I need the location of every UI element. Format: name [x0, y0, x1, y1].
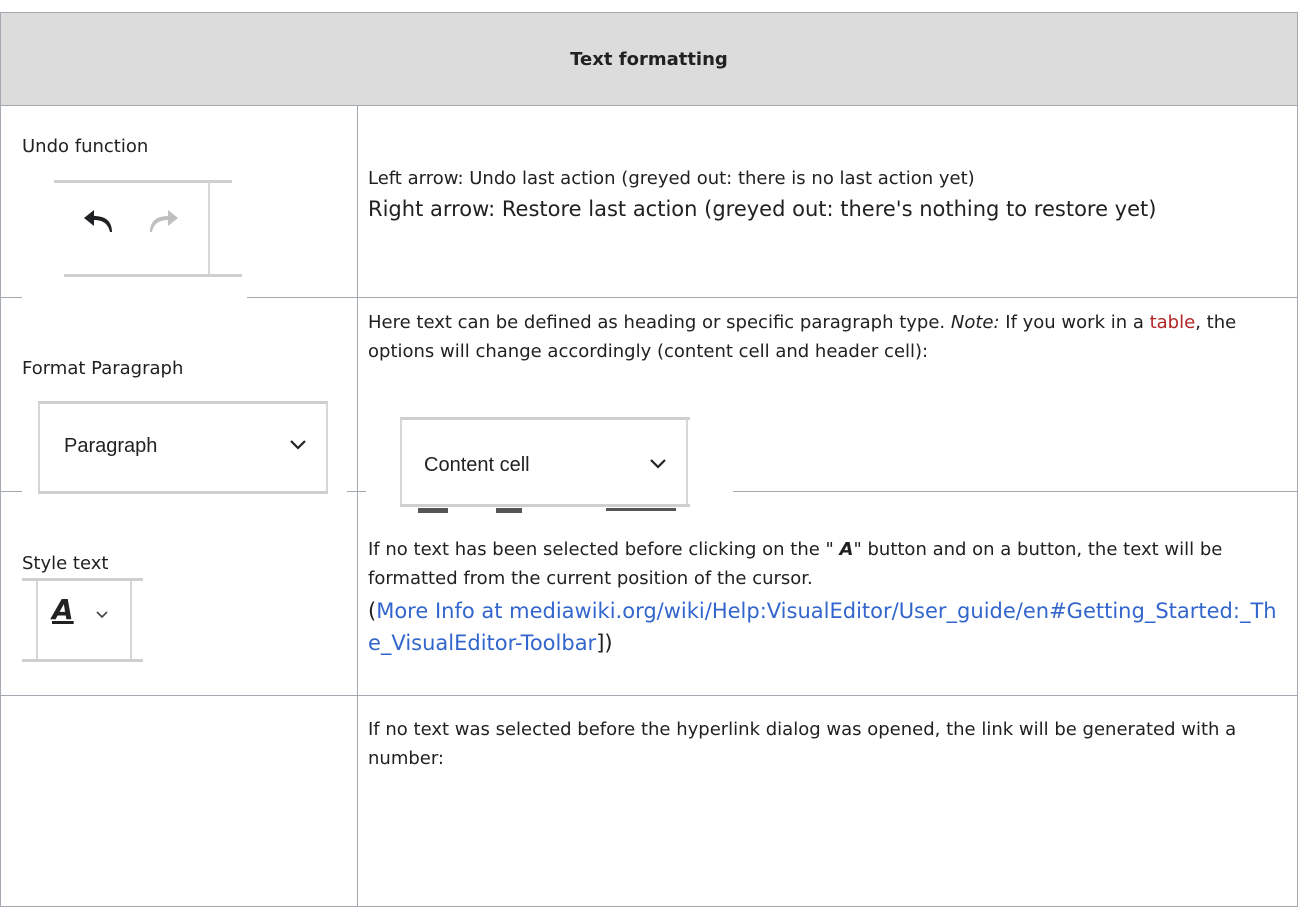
- desc-text: If no text has been selected before clic…: [368, 539, 840, 560]
- undo-arrow-icon: [84, 210, 112, 232]
- paragraph-dropdown-value: Paragraph: [64, 435, 158, 457]
- desc-text: Here text can be defined as heading or s…: [368, 312, 951, 333]
- label-cell: Style text A: [0, 491, 358, 696]
- table-row: Style text A If no text has been selecte…: [0, 491, 1298, 696]
- style-description: If no text has been selected before clic…: [368, 535, 1283, 659]
- chevron-down-icon: [290, 440, 306, 450]
- table-row: Undo function Left arrow: Undo last acti…: [0, 105, 1298, 305]
- row-label: Undo function: [22, 136, 149, 157]
- note-label: Note:: [950, 312, 1000, 333]
- table-row: If no text was selected before the hyper…: [0, 695, 1298, 907]
- description-cell: Left arrow: Undo last action (greyed out…: [357, 105, 1298, 298]
- description-cell: If no text has been selected before clic…: [357, 491, 1298, 696]
- content-cell-dropdown-value: Content cell: [424, 454, 530, 476]
- undo-desc-line: Left arrow: Undo last action (greyed out…: [368, 168, 975, 189]
- label-cell: Undo function: [0, 105, 358, 305]
- table-link[interactable]: table: [1150, 312, 1196, 333]
- row-label: Format Paragraph: [22, 358, 184, 379]
- paragraph-description: Here text can be defined as heading or s…: [368, 308, 1283, 366]
- undo-toolbar-screenshot: [22, 170, 247, 305]
- mediawiki-help-link[interactable]: More Info at mediawiki.org/wiki/Help:Vis…: [368, 599, 1277, 655]
- text-formatting-table: Text formatting Undo function Left arrow…: [0, 12, 1298, 907]
- hyperlink-description: If no text was selected before the hyper…: [368, 719, 1237, 769]
- table-row: Format Paragraph Paragraph Here text can…: [0, 297, 1298, 556]
- desc-text: (: [368, 599, 377, 623]
- desc-text: ]): [596, 631, 613, 655]
- text-style-icon: A: [839, 539, 854, 560]
- label-cell: [0, 695, 358, 907]
- table-header: Text formatting: [0, 12, 1298, 106]
- chevron-down-icon: [650, 459, 666, 469]
- redo-arrow-icon: [150, 210, 178, 232]
- description-cell: If no text was selected before the hyper…: [357, 695, 1298, 907]
- text-style-icon: A: [52, 593, 74, 626]
- description-cell: Here text can be defined as heading or s…: [357, 297, 1298, 556]
- style-text-button-screenshot: A: [22, 573, 143, 669]
- desc-text: If you work in a: [999, 312, 1150, 333]
- redo-desc-line: Right arrow: Restore last action (greyed…: [368, 197, 1157, 221]
- undo-description: Left arrow: Undo last action (greyed out…: [368, 164, 1283, 225]
- label-cell: Format Paragraph Paragraph: [0, 297, 358, 516]
- chevron-down-icon: [96, 611, 108, 619]
